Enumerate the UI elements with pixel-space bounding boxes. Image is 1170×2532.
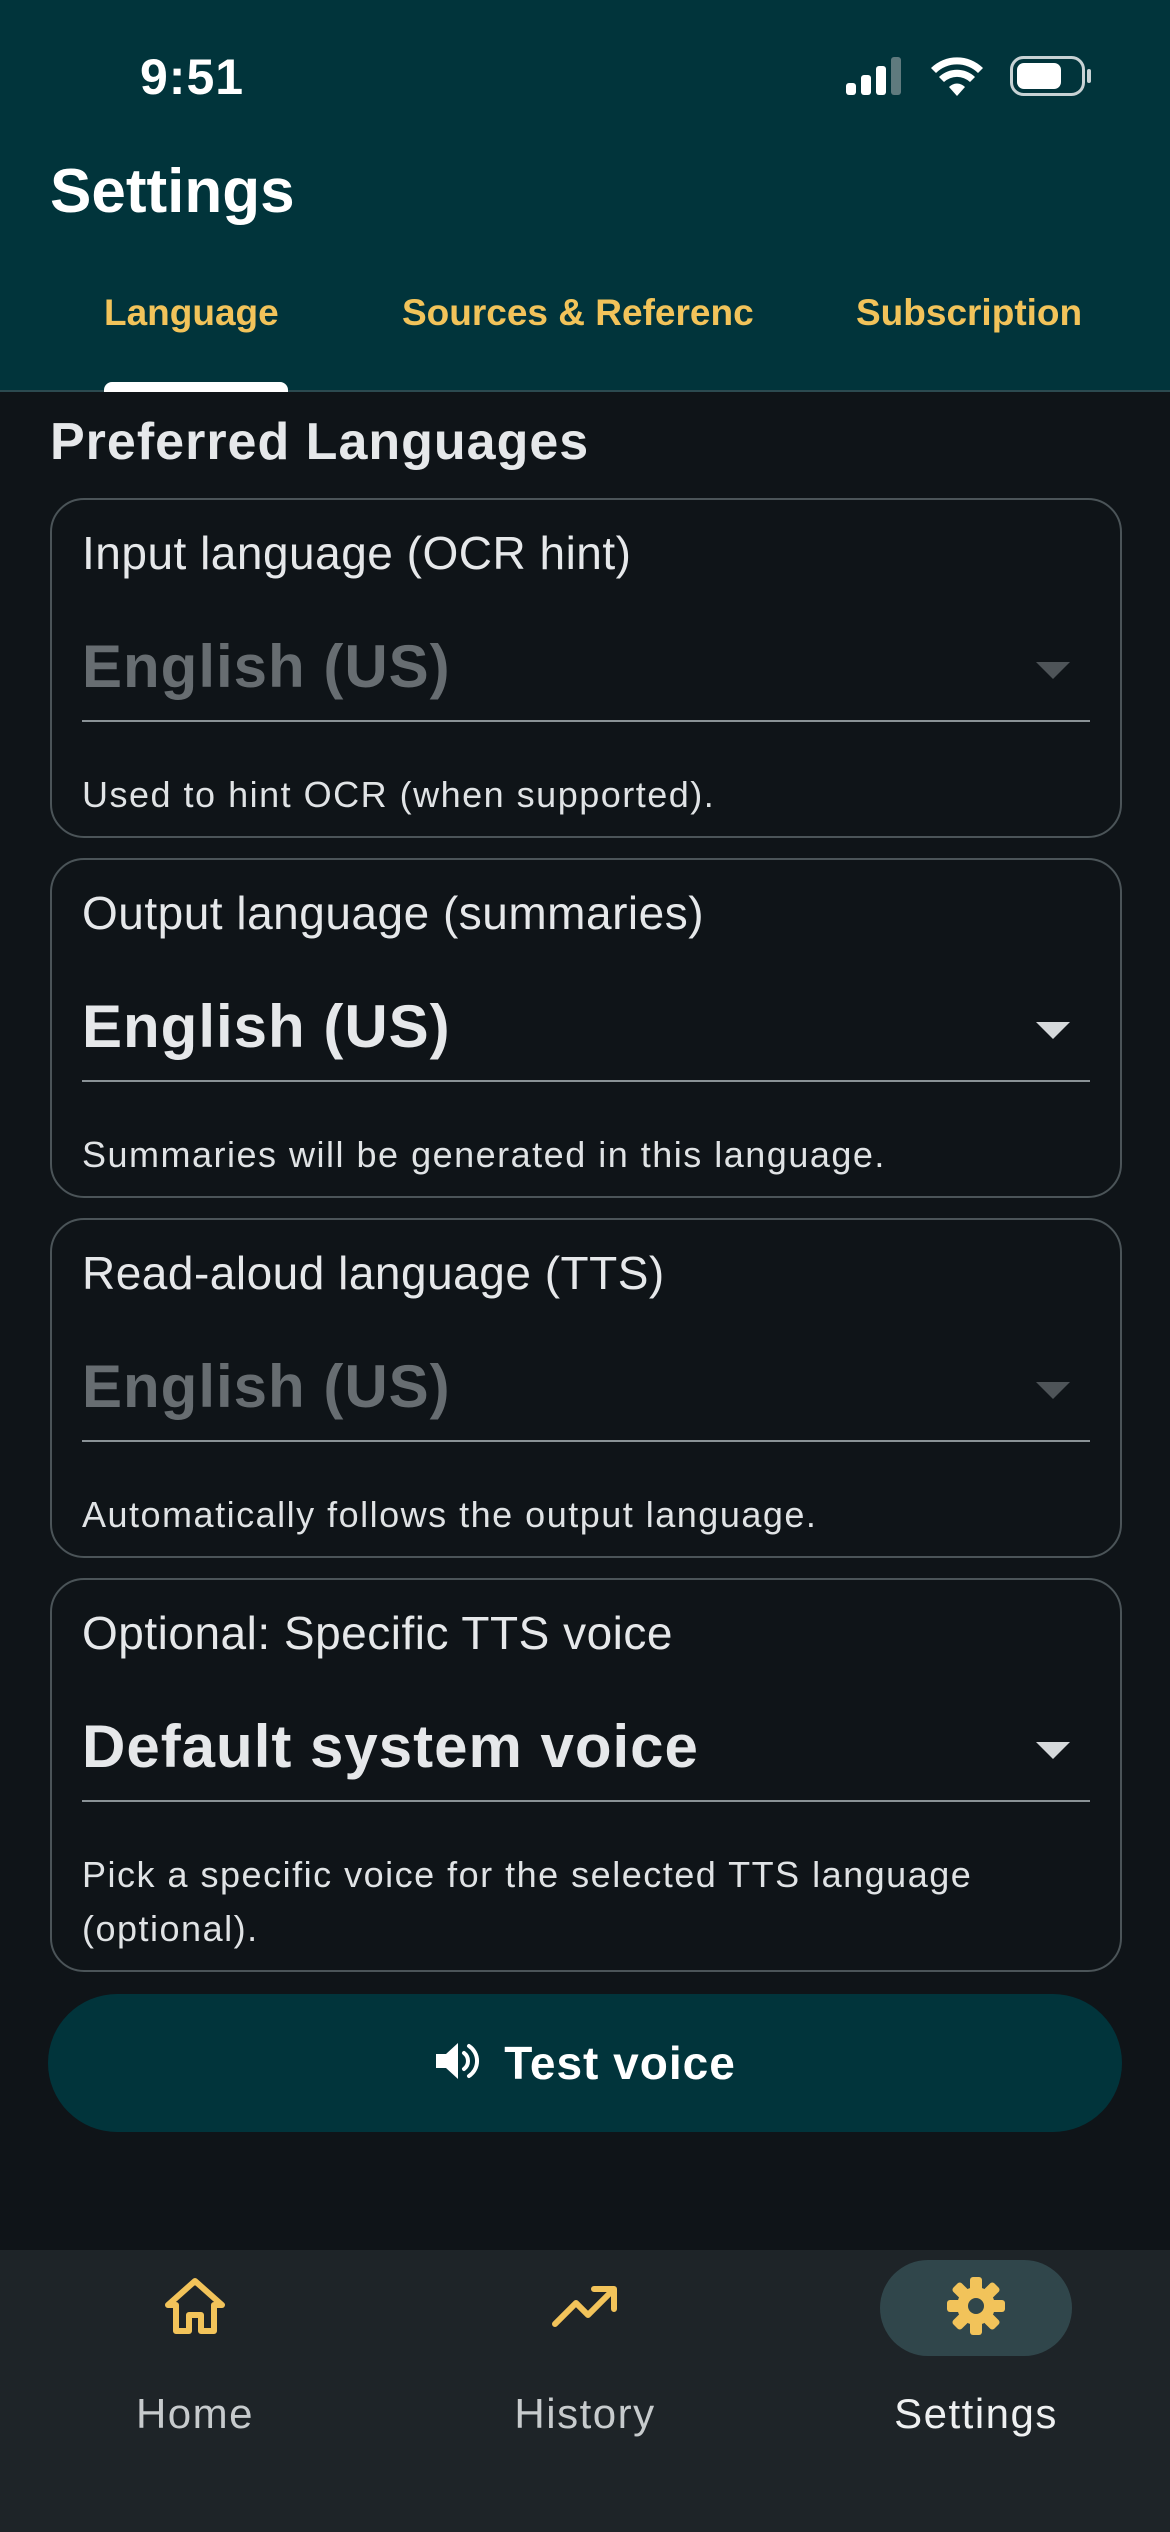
wifi-icon: [930, 56, 984, 101]
output-language-helper: Summaries will be generated in this lang…: [82, 1134, 886, 1175]
nav-label-history: History: [514, 2390, 656, 2437]
settings-tabs: Language Sources & Referenc Subscription: [0, 280, 1170, 392]
bottom-navigation: Home History Settings: [0, 2250, 1170, 2532]
input-language-value: English (US): [82, 633, 451, 700]
tts-voice-helper: Pick a specific voice for the selected T…: [82, 1854, 973, 1949]
tts-voice-dropdown[interactable]: Default system voice: [82, 1692, 1090, 1802]
input-language-dropdown[interactable]: English (US): [82, 612, 1090, 722]
output-language-card: Output language (summaries) English (US)…: [50, 858, 1122, 1198]
tts-language-label: Read-aloud language (TTS): [82, 1247, 665, 1299]
home-icon: [164, 2277, 226, 2340]
section-title: Preferred Languages: [50, 413, 590, 471]
status-icons: [846, 56, 1092, 101]
chevron-down-icon: [1036, 1382, 1070, 1399]
battery-icon: [1010, 56, 1092, 101]
output-language-value: English (US): [82, 993, 451, 1060]
chevron-down-icon: [1036, 662, 1070, 679]
page-title: Settings: [50, 157, 295, 226]
tts-language-card: Read-aloud language (TTS) English (US) A…: [50, 1218, 1122, 1558]
status-time: 9:51: [140, 49, 245, 105]
input-language-label: Input language (OCR hint): [82, 527, 632, 579]
trending-up-icon: [552, 2284, 618, 2333]
tab-sources-references[interactable]: Sources & Referenc: [402, 292, 766, 334]
active-tab-indicator: [104, 382, 288, 392]
output-language-label: Output language (summaries): [82, 887, 705, 939]
test-voice-label: Test voice: [504, 2037, 736, 2089]
nav-item-home[interactable]: Home: [45, 2250, 345, 2470]
nav-item-settings[interactable]: Settings: [826, 2250, 1126, 2470]
nav-item-history[interactable]: History: [435, 2250, 735, 2470]
tab-language[interactable]: Language: [104, 292, 279, 334]
app-header: 9:51 Settings Language Sources & Referen…: [0, 0, 1170, 392]
speaker-icon: [434, 2040, 480, 2087]
tts-language-helper: Automatically follows the output languag…: [82, 1494, 818, 1535]
gear-icon: [945, 2275, 1007, 2342]
tts-language-value: English (US): [82, 1353, 451, 1420]
chevron-down-icon: [1036, 1022, 1070, 1039]
nav-label-settings: Settings: [894, 2390, 1058, 2437]
tab-subscription[interactable]: Subscription: [856, 292, 1082, 334]
output-language-dropdown[interactable]: English (US): [82, 972, 1090, 1082]
chevron-down-icon: [1036, 1742, 1070, 1759]
input-language-helper: Used to hint OCR (when supported).: [82, 774, 716, 815]
signal-icon: [846, 57, 904, 100]
tts-language-dropdown[interactable]: English (US): [82, 1332, 1090, 1442]
test-voice-button[interactable]: Test voice: [48, 1994, 1122, 2132]
tts-voice-value: Default system voice: [82, 1713, 699, 1780]
nav-label-home: Home: [135, 2390, 255, 2437]
tts-voice-card: Optional: Specific TTS voice Default sys…: [50, 1578, 1122, 1972]
tts-voice-label: Optional: Specific TTS voice: [82, 1607, 673, 1659]
input-language-card: Input language (OCR hint) English (US) U…: [50, 498, 1122, 838]
